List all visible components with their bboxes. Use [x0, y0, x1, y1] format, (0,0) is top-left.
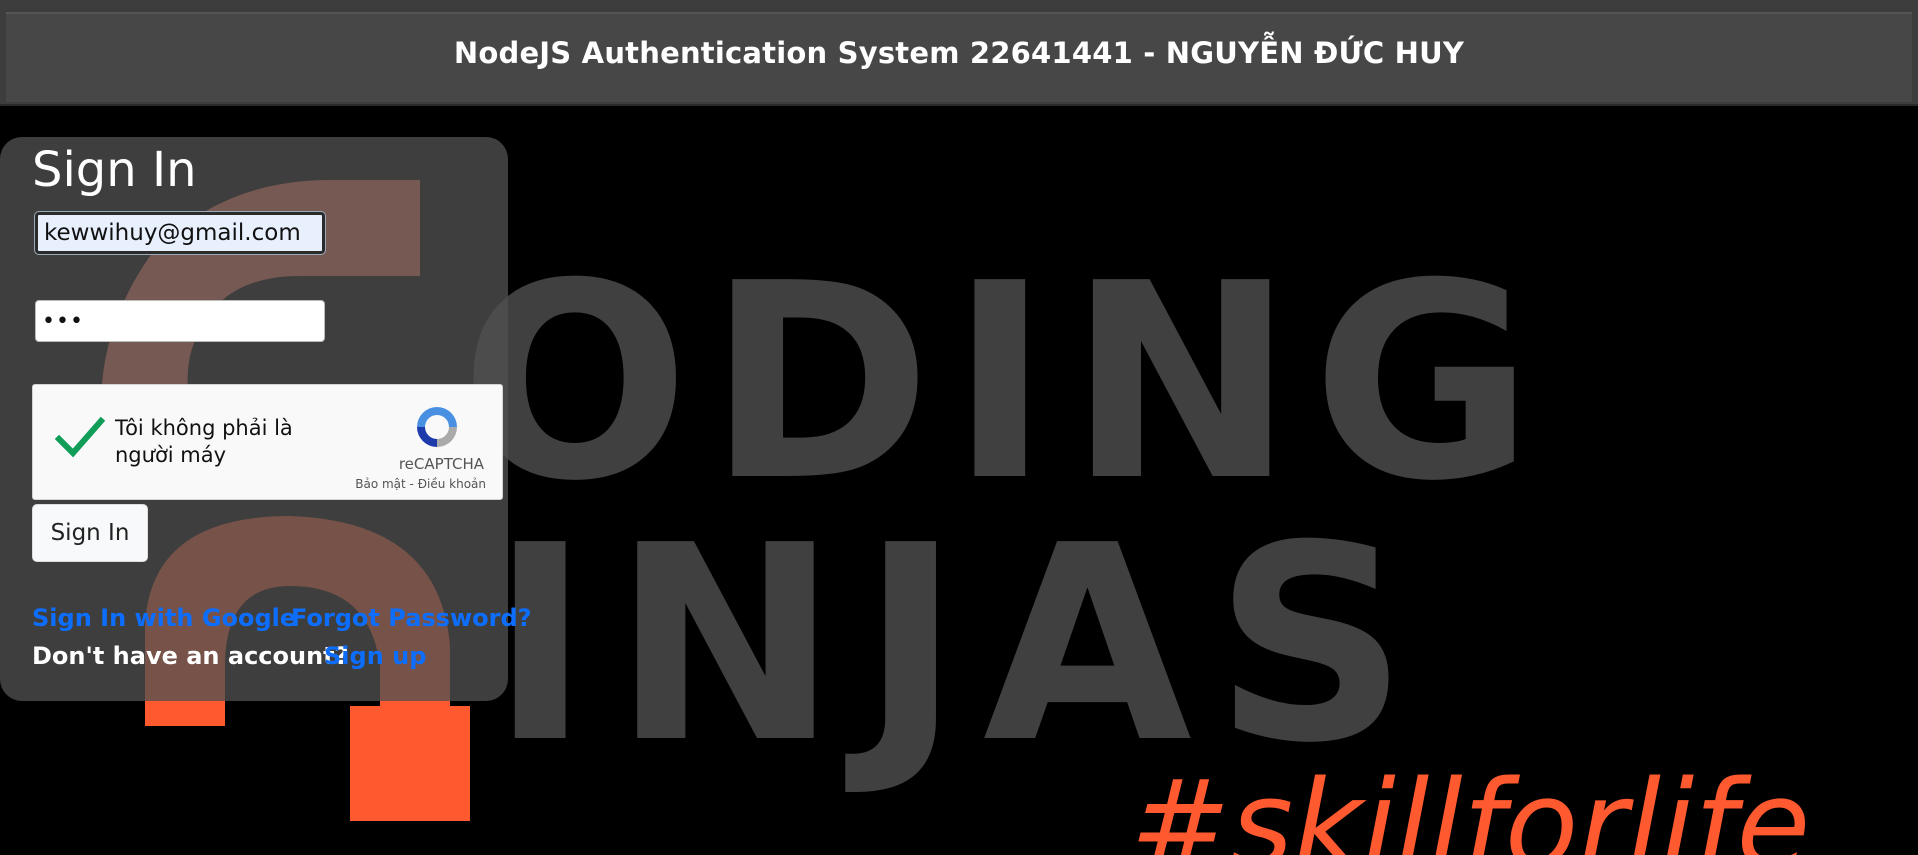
- recaptcha-label: Tôi không phải là người máy: [115, 416, 293, 467]
- recaptcha-brand: reCAPTCHA: [398, 455, 484, 473]
- password-input[interactable]: [35, 300, 325, 342]
- ninjas-word-art: INJAS: [490, 487, 1430, 802]
- header-panel: NodeJS Authentication System 22641441 - …: [6, 12, 1912, 102]
- recaptcha-logo-icon: [417, 407, 457, 447]
- skillforlife-tagline: #skillforlife: [1130, 756, 1810, 855]
- top-header: NodeJS Authentication System 22641441 - …: [0, 0, 1918, 106]
- no-account-text: Don't have an account?: [32, 642, 349, 670]
- forgot-password-link[interactable]: Forgot Password?: [291, 604, 532, 632]
- signup-link[interactable]: Sign up: [324, 642, 426, 670]
- recaptcha-checkmark-icon[interactable]: [55, 415, 105, 459]
- recaptcha-terms-link[interactable]: Bảo mật - Điều khoản: [355, 477, 486, 491]
- google-signin-link[interactable]: Sign In with Google: [32, 604, 296, 632]
- recaptcha-widget: Tôi không phải là người máy reCAPTCHA Bả…: [32, 384, 503, 500]
- signin-button[interactable]: Sign In: [32, 504, 148, 562]
- page-title: NodeJS Authentication System 22641441 - …: [453, 36, 1465, 70]
- email-input[interactable]: [35, 212, 325, 254]
- signin-title: Sign In: [32, 142, 197, 198]
